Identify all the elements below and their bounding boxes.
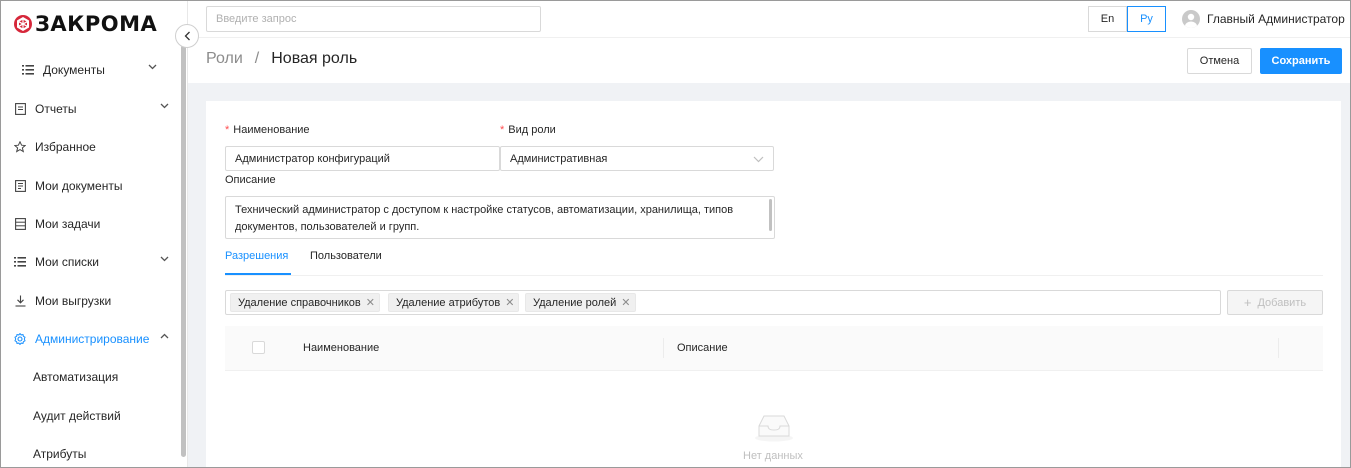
empty-inbox-icon bbox=[755, 415, 793, 442]
role-type-select[interactable]: Административная bbox=[500, 146, 774, 171]
logo[interactable]: ЗАКРОМА bbox=[13, 11, 157, 37]
close-icon[interactable]: ✕ bbox=[505, 296, 514, 309]
app-window: ЗАКРОМА Документы Отчеты Избранное Мои д… bbox=[0, 0, 1351, 468]
sidebar-item-label: Мои выгрузки bbox=[35, 294, 112, 308]
download-icon bbox=[13, 295, 27, 307]
logo-icon bbox=[14, 15, 32, 33]
add-permission-button[interactable]: + Добавить bbox=[1227, 290, 1323, 315]
logo-text: ЗАКРОМА bbox=[35, 12, 158, 36]
tasks-icon bbox=[13, 218, 27, 230]
tab-users[interactable]: Пользователи bbox=[310, 250, 382, 262]
sidebar-collapse-button[interactable] bbox=[175, 24, 199, 48]
sidebar-item-my-lists[interactable]: Мои списки bbox=[1, 243, 181, 281]
sidebar-item-administration[interactable]: Администрирование bbox=[1, 320, 181, 358]
sidebar-item-label: Отчеты bbox=[35, 102, 77, 116]
close-icon[interactable]: ✕ bbox=[621, 296, 630, 309]
sidebar-subitem-automation[interactable]: Автоматизация bbox=[1, 358, 181, 396]
sidebar-item-documents[interactable]: Документы bbox=[1, 51, 181, 89]
description-field-value: Технический администратор с доступом к н… bbox=[235, 204, 734, 233]
column-divider bbox=[663, 338, 664, 358]
sidebar-subitem-attributes[interactable]: Атрибуты bbox=[1, 435, 181, 467]
select-all-checkbox[interactable] bbox=[252, 341, 265, 354]
list-icon bbox=[13, 257, 27, 267]
plus-icon: + bbox=[1243, 295, 1252, 310]
column-description-header[interactable]: Описание bbox=[677, 342, 728, 354]
chevron-up-icon bbox=[160, 333, 169, 339]
language-ru-button[interactable]: Ру bbox=[1127, 6, 1166, 32]
sidebar-item-label: Мои списки bbox=[35, 255, 99, 269]
tabs-bar: Разрешения Пользователи bbox=[225, 241, 1323, 276]
description-scrollbar[interactable] bbox=[769, 199, 772, 231]
avatar bbox=[1182, 10, 1200, 28]
column-divider bbox=[1278, 338, 1279, 358]
sidebar: ЗАКРОМА Документы Отчеты Избранное Мои д… bbox=[1, 1, 188, 467]
document-icon bbox=[13, 180, 27, 192]
permission-tag: Удаление ролей ✕ bbox=[525, 293, 636, 312]
chevron-left-icon bbox=[184, 31, 190, 41]
table-header: Наименование Описание bbox=[225, 326, 1323, 371]
required-mark: * bbox=[500, 124, 505, 136]
page-title: Новая роль bbox=[271, 50, 358, 67]
chevron-down-icon bbox=[148, 64, 157, 70]
breadcrumb-roles-link[interactable]: Роли bbox=[206, 50, 243, 68]
save-button[interactable]: Сохранить bbox=[1260, 48, 1342, 74]
sidebar-item-label: Мои документы bbox=[35, 179, 123, 193]
user-name: Главный Администратор bbox=[1207, 12, 1345, 26]
column-name-header[interactable]: Наименование bbox=[303, 342, 379, 354]
language-en-button[interactable]: En bbox=[1088, 6, 1127, 32]
breadcrumb-separator: / bbox=[254, 50, 260, 67]
sidebar-item-reports[interactable]: Отчеты bbox=[1, 90, 181, 128]
chevron-down-icon bbox=[160, 103, 169, 109]
description-label: Описание bbox=[225, 174, 276, 186]
user-menu[interactable]: Главный Администратор bbox=[1182, 10, 1345, 28]
sidebar-item-my-exports[interactable]: Мои выгрузки bbox=[1, 282, 181, 320]
breadcrumb: Роли / Новая роль bbox=[206, 50, 357, 68]
list-icon bbox=[21, 65, 35, 75]
sidebar-item-favorites[interactable]: Избранное bbox=[1, 128, 181, 166]
search-input[interactable] bbox=[206, 6, 541, 32]
star-icon bbox=[13, 141, 27, 153]
sidebar-item-label: Документы bbox=[43, 63, 105, 77]
role-type-select-value: Административная bbox=[510, 152, 608, 165]
sidebar-subitem-label: Аудит действий bbox=[33, 409, 121, 423]
chevron-down-icon bbox=[160, 256, 169, 262]
page-header: Роли / Новая роль Отмена Сохранить bbox=[188, 38, 1350, 83]
description-field[interactable]: Технический администратор с доступом к н… bbox=[225, 196, 775, 239]
role-type-label: * Вид роли bbox=[500, 124, 556, 136]
permission-tag: Удаление справочников ✕ bbox=[230, 293, 380, 312]
sidebar-scrollbar[interactable] bbox=[181, 45, 186, 457]
sidebar-subitem-audit[interactable]: Аудит действий bbox=[1, 397, 181, 435]
empty-state-text: Нет данных bbox=[743, 450, 803, 462]
name-label: * Наименование bbox=[225, 124, 310, 136]
name-field-value: Администратор конфигураций bbox=[235, 152, 390, 165]
cancel-button[interactable]: Отмена bbox=[1187, 48, 1252, 74]
name-field[interactable]: Администратор конфигураций bbox=[225, 146, 500, 171]
active-tab-indicator bbox=[225, 273, 291, 275]
chevron-down-icon bbox=[753, 156, 764, 163]
sidebar-subitem-label: Атрибуты bbox=[33, 447, 87, 461]
permissions-select[interactable]: Удаление справочников ✕ Удаление атрибуто… bbox=[225, 290, 1221, 315]
permission-tag: Удаление атрибутов ✕ bbox=[388, 293, 520, 312]
sidebar-item-my-documents[interactable]: Мои документы bbox=[1, 167, 181, 205]
tab-permissions[interactable]: Разрешения bbox=[225, 250, 288, 262]
required-mark: * bbox=[225, 124, 230, 136]
sidebar-item-label: Мои задачи bbox=[35, 217, 101, 231]
sidebar-item-my-tasks[interactable]: Мои задачи bbox=[1, 205, 181, 243]
report-icon bbox=[13, 103, 27, 115]
sidebar-item-label: Избранное bbox=[35, 140, 96, 154]
top-bar: En Ру Главный Администратор bbox=[188, 1, 1350, 38]
sidebar-subitem-label: Автоматизация bbox=[33, 370, 119, 384]
settings-icon bbox=[13, 333, 27, 345]
close-icon[interactable]: ✕ bbox=[366, 296, 375, 309]
sidebar-item-label: Администрирование bbox=[35, 332, 150, 346]
